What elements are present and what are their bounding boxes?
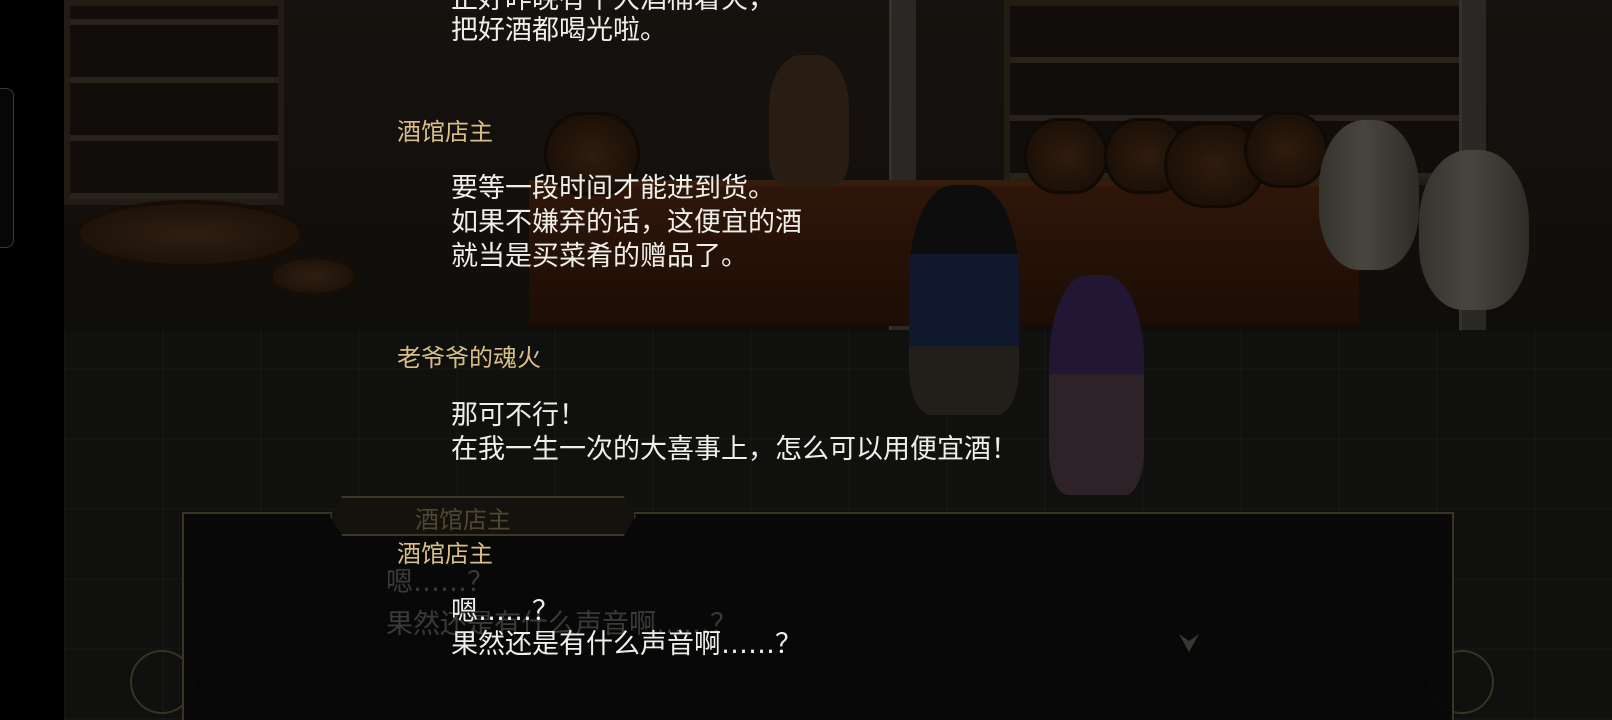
backlog-panel[interactable]: 正好昨晚有个大酒桶着火， 把好酒都喝光啦。 酒馆店主 要等一段时间才能进到货。 … xyxy=(0,0,1612,720)
backlog-line: 就当是买菜肴的赠品了。 xyxy=(451,241,748,272)
backlog-line: 那可不行！ xyxy=(451,400,586,431)
backlog-line: 要等一段时间才能进到货。 xyxy=(451,173,775,204)
backlog-speaker-name: 酒馆店主 xyxy=(397,540,493,568)
backlog-speaker-name: 老爷爷的魂火 xyxy=(397,344,541,372)
game-screen: 酒馆店主 嗯……？果然还是有什么声音啊……？ 正好昨晚有个大酒桶着火， 把好酒都… xyxy=(0,0,1612,720)
backlog-line: 在我一生一次的大喜事上，怎么可以用便宜酒！ xyxy=(451,434,1018,465)
backlog-line: 果然还是有什么声音啊……？ xyxy=(451,629,802,660)
backlog-line: 嗯……？ xyxy=(451,596,559,627)
backlog-line: 如果不嫌弃的话，这便宜的酒 xyxy=(451,207,802,238)
backlog-speaker-name: 酒馆店主 xyxy=(397,118,493,146)
backlog-line: 把好酒都喝光啦。 xyxy=(451,15,667,46)
